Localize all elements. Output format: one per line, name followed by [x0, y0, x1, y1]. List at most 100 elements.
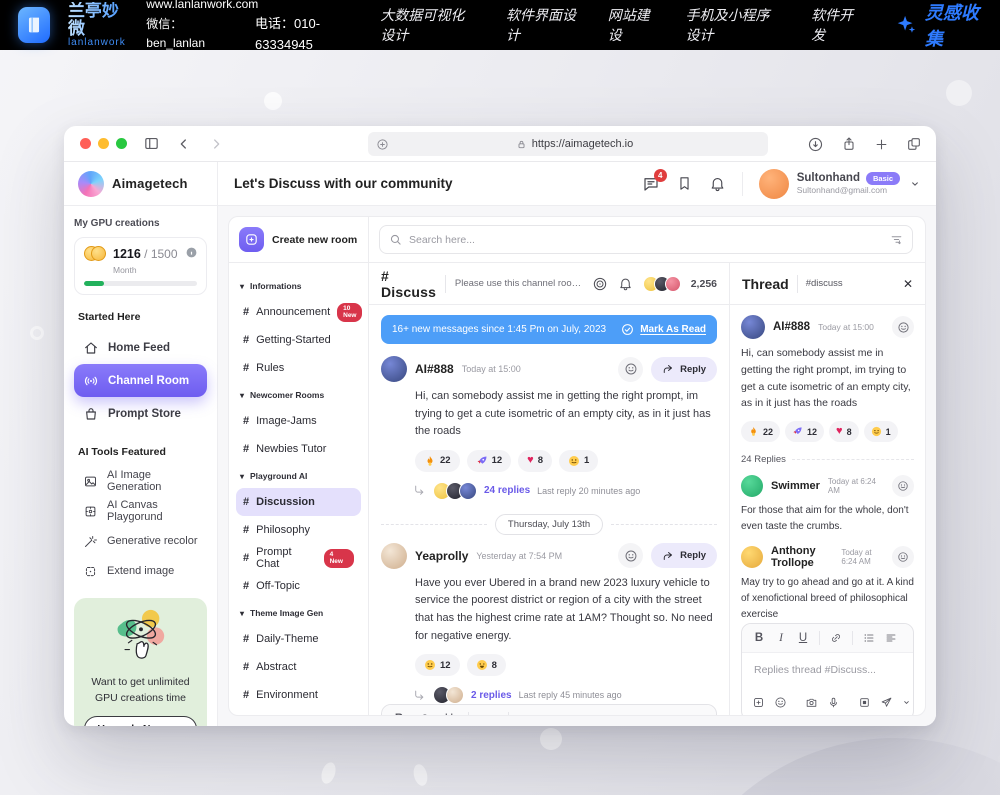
avatar[interactable]: [381, 356, 407, 382]
new-tab-icon[interactable]: [874, 137, 889, 152]
user-menu[interactable]: Sultonhand Basic Sultonhand@gmail.com: [759, 169, 922, 199]
align-icon[interactable]: [548, 713, 561, 715]
italic-button[interactable]: I: [775, 632, 787, 644]
reaction-pill[interactable]: 22: [741, 421, 780, 442]
add-reaction-button[interactable]: [892, 475, 914, 497]
reply-button[interactable]: Reply: [651, 357, 717, 382]
promo-nav-item[interactable]: 网站建设: [608, 5, 656, 45]
italic-button[interactable]: I: [418, 713, 430, 715]
share-icon[interactable]: [841, 136, 857, 152]
add-reaction-button[interactable]: [618, 357, 643, 382]
inspiration-collect-link[interactable]: 灵感收集: [895, 0, 982, 51]
threads-icon[interactable]: [592, 276, 608, 292]
tab-overview-icon[interactable]: [906, 136, 922, 152]
channel-philosophy[interactable]: #Philosophy: [236, 516, 361, 544]
member-avatars[interactable]: [643, 276, 681, 292]
reaction-pill[interactable]: 12: [415, 654, 460, 676]
list-icon[interactable]: [863, 632, 875, 644]
reaction-pill[interactable]: 22: [415, 450, 460, 472]
sidebar-toggle-icon[interactable]: [143, 135, 160, 152]
attach-plus-icon[interactable]: [752, 696, 765, 709]
search-field[interactable]: [379, 225, 913, 254]
reaction-pill[interactable]: 8: [467, 654, 506, 676]
filter-icon[interactable]: [890, 233, 903, 246]
bold-button[interactable]: B: [393, 713, 405, 715]
close-window-button[interactable]: [80, 138, 91, 149]
promo-nav-item[interactable]: 大数据可视化设计: [380, 5, 476, 45]
notifications-button[interactable]: [709, 175, 726, 192]
info-icon[interactable]: [185, 246, 198, 259]
promo-nav-item[interactable]: 手机及小程序设计: [686, 5, 782, 45]
channel-announcement[interactable]: #Announcement10 New: [236, 298, 361, 326]
channel-abstract[interactable]: #Abstract: [236, 653, 361, 681]
channel-image-jams[interactable]: #Image-Jams: [236, 407, 361, 435]
reaction-pill[interactable]: ♥8: [518, 450, 552, 472]
sidebar-item-prompt-store[interactable]: Prompt Store: [74, 397, 207, 430]
sidebar-item-home-feed[interactable]: Home Feed: [74, 331, 207, 364]
mic-icon[interactable]: [827, 696, 840, 709]
add-reaction-button[interactable]: [618, 543, 643, 568]
channel-prompt-chat[interactable]: #Prompt Chat4 New: [236, 544, 361, 572]
reply-button[interactable]: Reply: [651, 543, 717, 568]
channel-off-topic[interactable]: #Off-Topic: [236, 572, 361, 600]
reaction-pill[interactable]: 1: [864, 421, 898, 442]
avatar[interactable]: [741, 546, 763, 568]
reaction-pill[interactable]: 12: [785, 421, 824, 442]
align-icon[interactable]: [885, 632, 897, 644]
channel-environment[interactable]: #Environment: [236, 681, 361, 709]
link-icon[interactable]: [830, 632, 842, 644]
section-playground-ai[interactable]: ▾Playground AI: [240, 471, 357, 481]
channel-discussion[interactable]: #Discussion: [236, 488, 361, 516]
section-theme-image-gen[interactable]: ▾Theme Image Gen: [240, 608, 357, 618]
bold-button[interactable]: B: [753, 632, 765, 644]
sidebar-item-generative-recolor[interactable]: Generative recolor: [74, 526, 207, 556]
send-icon[interactable]: [880, 696, 893, 709]
avatar[interactable]: [741, 315, 765, 339]
messages-button[interactable]: 4: [642, 175, 660, 193]
channel-rules[interactable]: #Rules: [236, 354, 361, 382]
channel-multi-prompt[interactable]: #Multi-Prompt: [236, 709, 361, 715]
avatar[interactable]: [741, 475, 763, 497]
saved-button[interactable]: [676, 175, 693, 192]
thread-replies-link[interactable]: 2 replies Last reply 45 minutes ago: [413, 686, 717, 704]
zoom-window-button[interactable]: [116, 138, 127, 149]
mark-as-read-button[interactable]: Mark As Read: [621, 323, 706, 336]
section-informations[interactable]: ▾Informations: [240, 281, 357, 291]
promo-nav-item[interactable]: 软件界面设计: [506, 5, 578, 45]
underline-button[interactable]: U: [443, 713, 455, 715]
sidebar-item-ai-canvas-playground[interactable]: AI Canvas Playgorund: [74, 496, 207, 526]
add-reaction-button[interactable]: [892, 546, 914, 568]
bell-icon[interactable]: [618, 276, 633, 291]
thread-replies-link[interactable]: 24 replies Last reply 20 minutes ago: [413, 482, 717, 500]
emoji-icon[interactable]: [774, 696, 787, 709]
address-bar[interactable]: https://aimagetech.io: [368, 132, 768, 156]
chevron-down-icon[interactable]: [901, 697, 912, 708]
avatar[interactable]: [381, 543, 407, 569]
camera-icon[interactable]: [805, 696, 818, 709]
upgrade-button[interactable]: Upgrade Now →: [84, 716, 197, 727]
sidebar-item-ai-image-generation[interactable]: AI Image Generation: [74, 466, 207, 496]
forward-icon[interactable]: [208, 136, 224, 152]
page-zoom-icon[interactable]: [376, 138, 389, 151]
reaction-pill[interactable]: ♥8: [829, 421, 859, 442]
underline-button[interactable]: U: [797, 632, 809, 644]
downloads-icon[interactable]: [807, 136, 824, 153]
close-icon[interactable]: ✕: [903, 277, 913, 291]
sidebar-item-channel-room[interactable]: Channel Room: [74, 364, 207, 397]
promo-nav-item[interactable]: 软件开发: [811, 5, 859, 45]
thread-reply-input[interactable]: Replies thread #Discuss...: [742, 653, 913, 689]
section-newcomer-rooms[interactable]: ▾Newcomer Rooms: [240, 390, 357, 400]
sidebar-item-extend-image[interactable]: Extend image: [74, 556, 207, 586]
search-input[interactable]: [409, 234, 883, 246]
channel-getting-started[interactable]: #Getting-Started: [236, 326, 361, 354]
channel-newbies-tutor[interactable]: #Newbies Tutor: [236, 435, 361, 463]
reaction-pill[interactable]: 12: [467, 450, 512, 472]
create-room-button[interactable]: Create new room: [229, 217, 369, 262]
app-logo-block[interactable]: Aimagetech: [64, 162, 218, 205]
add-reaction-button[interactable]: [892, 316, 914, 338]
screenshare-icon[interactable]: [858, 696, 871, 709]
list-icon[interactable]: [522, 713, 535, 715]
channel-daily-theme[interactable]: #Daily-Theme: [236, 625, 361, 653]
back-icon[interactable]: [176, 136, 192, 152]
minimize-window-button[interactable]: [98, 138, 109, 149]
